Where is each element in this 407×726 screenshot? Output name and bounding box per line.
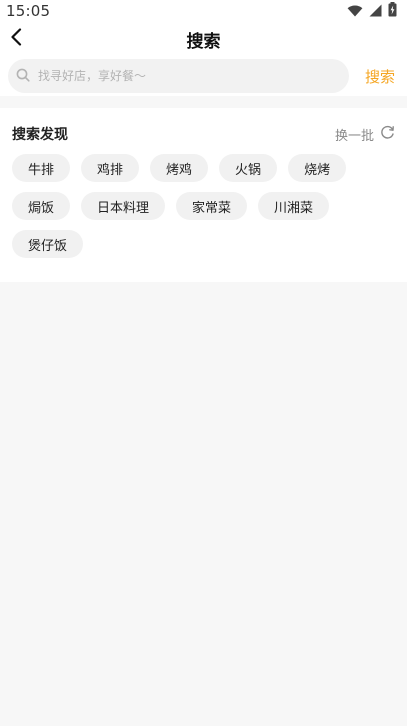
- status-icons: [347, 1, 397, 21]
- tag-item[interactable]: 煲仔饭: [12, 230, 84, 258]
- refresh-label: 换一批: [334, 128, 374, 144]
- refresh-button[interactable]: 换一批: [335, 125, 395, 144]
- status-bar: 15:05: [0, 0, 407, 22]
- tag-list: 牛排 鸡排 烤鸡 火锅 烧烤 焗饭 日本料理 家常菜 川湘菜 煲仔饭: [12, 154, 395, 258]
- search-area: 搜索: [0, 56, 407, 96]
- search-icon: [16, 67, 30, 86]
- search-button[interactable]: 搜索: [361, 64, 399, 89]
- tag-item[interactable]: 家常菜: [176, 192, 248, 220]
- header: 搜索: [0, 22, 407, 56]
- tag-item[interactable]: 火锅: [219, 154, 278, 182]
- page-title: 搜索: [186, 31, 221, 52]
- chevron-left-icon: [10, 28, 22, 50]
- status-time: 15:05: [6, 2, 51, 20]
- tag-item[interactable]: 日本料理: [81, 192, 166, 220]
- signal-icon: [369, 2, 382, 21]
- battery-icon: [388, 1, 397, 21]
- wifi-icon: [347, 2, 363, 21]
- tag-item[interactable]: 焗饭: [12, 192, 71, 220]
- tag-item[interactable]: 烧烤: [288, 154, 347, 182]
- page-body: [0, 282, 407, 700]
- section-divider: [0, 96, 407, 108]
- tag-item[interactable]: 烤鸡: [150, 154, 209, 182]
- tag-item[interactable]: 鸡排: [81, 154, 140, 182]
- refresh-icon: [380, 125, 395, 144]
- search-box[interactable]: [8, 59, 349, 93]
- search-input[interactable]: [36, 68, 341, 84]
- search-discover-section: 搜索发现 换一批 牛排 鸡排 烤鸡 火锅 烧烤 焗饭 日本料理 家常菜 川湘菜 …: [0, 108, 407, 282]
- back-button[interactable]: [6, 28, 26, 50]
- discover-title: 搜索发现: [12, 127, 68, 143]
- tag-item[interactable]: 川湘菜: [258, 192, 330, 220]
- discover-header: 搜索发现 换一批: [12, 122, 395, 146]
- tag-item[interactable]: 牛排: [12, 154, 71, 182]
